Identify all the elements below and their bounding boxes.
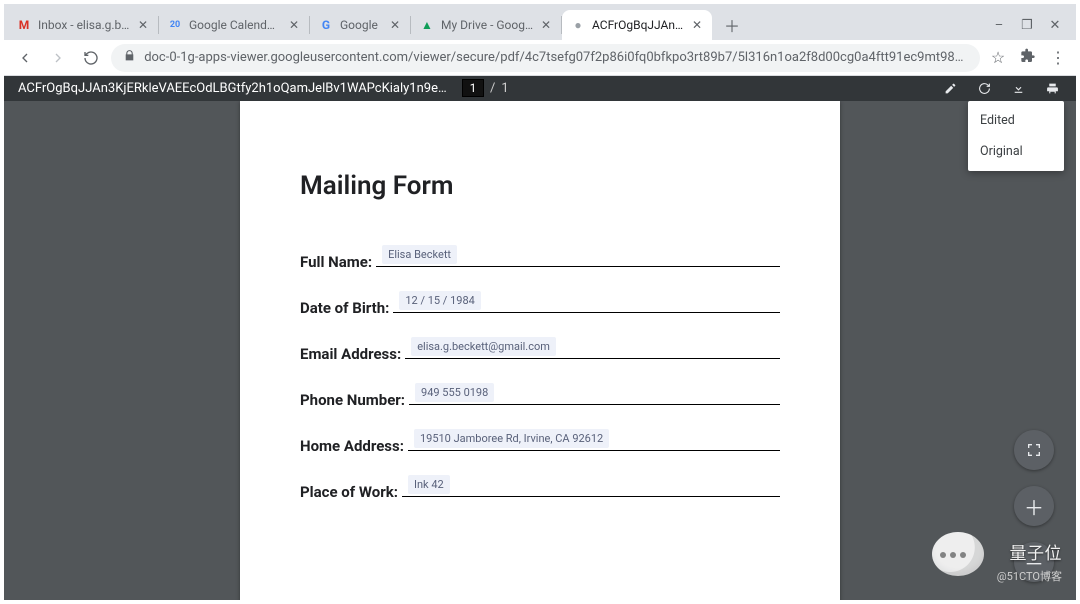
watermark-credit: @51CTO博客: [997, 568, 1062, 584]
field-value: Ink 42: [408, 475, 450, 494]
bookmark-icon[interactable]: ☆: [988, 48, 1008, 68]
browser-window: M Inbox - elisa.g.beckett@g ✕ 20 Google Cale…: [0, 0, 1080, 604]
field-value: elisa.g.beckett@gmail.com: [411, 337, 556, 356]
watermark-text: 量子位: [1010, 539, 1063, 564]
pdf-toolbar: ACFrOgBqJJAn3KjERkleVAEEcOdLBGtfy2h1oQam…: [4, 76, 1076, 101]
pdf-body[interactable]: Mailing Form Full Name: Elisa Beckett Date…: [4, 101, 1076, 600]
field-value: 949 555 0198: [415, 383, 494, 402]
window-restore-button[interactable]: ❐: [1020, 18, 1034, 32]
window-controls: – ❐ ✕: [992, 18, 1072, 32]
window-minimize-button[interactable]: –: [992, 18, 1006, 32]
pdf-page: Mailing Form Full Name: Elisa Beckett Date…: [240, 101, 840, 600]
rotate-icon[interactable]: [974, 78, 994, 98]
menu-item-edited[interactable]: Edited: [968, 105, 1064, 136]
field-line[interactable]: Elisa Beckett: [376, 247, 780, 267]
field-label: Phone Number:: [300, 391, 405, 409]
tab-close-icon[interactable]: ✕: [136, 18, 150, 32]
tab-title: Google: [340, 18, 382, 32]
field-line[interactable]: Ink 42: [402, 477, 780, 497]
favicon-icon: M: [16, 17, 32, 33]
field-label: Place of Work:: [300, 483, 398, 501]
pdf-viewer: ACFrOgBqJJAn3KjERkleVAEEcOdLBGtfy2h1oQam…: [4, 76, 1076, 600]
field-label: Email Address:: [300, 345, 401, 363]
page-current-input[interactable]: [462, 79, 484, 97]
fit-page-button[interactable]: [1014, 430, 1054, 470]
new-tab-button[interactable]: ＋: [718, 11, 746, 39]
field-label: Full Name:: [300, 253, 372, 271]
wechat-icon: [932, 532, 984, 576]
browser-tab[interactable]: ▲ My Drive - Google Drive ✕: [411, 10, 561, 40]
nav-forward-button[interactable]: [45, 45, 70, 71]
lock-icon: [123, 49, 136, 66]
favicon-icon: 20: [167, 17, 183, 33]
print-icon[interactable]: [1042, 78, 1062, 98]
field-value: 12 / 15 / 1984: [399, 291, 480, 310]
tab-close-icon[interactable]: ✕: [388, 18, 402, 32]
omnibox-url: doc-0-1g-apps-viewer.googleusercontent.c…: [144, 50, 968, 65]
favicon-icon: G: [318, 17, 334, 33]
pdf-title: ACFrOgBqJJAn3KjERkleVAEEcOdLBGtfy2h1oQam…: [18, 81, 448, 96]
tab-title: ACFrOgBqJJAn3KjERkle: [592, 18, 684, 32]
form-field: Full Name: Elisa Beckett: [300, 247, 780, 271]
tab-close-icon[interactable]: ✕: [287, 18, 301, 32]
field-line[interactable]: 12 / 15 / 1984: [393, 293, 780, 313]
address-row: doc-0-1g-apps-viewer.googleusercontent.c…: [4, 40, 1076, 76]
viewer-version-menu: Edited Original: [968, 101, 1064, 171]
tab-title: Google Calendar - Augus: [189, 18, 281, 32]
edit-icon[interactable]: [940, 78, 960, 98]
page-indicator: / 1: [462, 79, 509, 97]
tab-close-icon[interactable]: ✕: [539, 18, 553, 32]
form-field: Place of Work: Ink 42: [300, 477, 780, 501]
zoom-in-button[interactable]: ＋: [1014, 486, 1054, 526]
form-field: Email Address: elisa.g.beckett@gmail.com: [300, 339, 780, 363]
field-line[interactable]: 19510 Jamboree Rd, Irvine, CA 92612: [408, 431, 780, 451]
browser-tab[interactable]: M Inbox - elisa.g.beckett@g ✕: [8, 10, 158, 40]
download-icon[interactable]: [1008, 78, 1028, 98]
field-label: Home Address:: [300, 437, 404, 455]
window-close-button[interactable]: ✕: [1048, 18, 1062, 32]
tab-title: My Drive - Google Drive: [441, 18, 533, 32]
nav-back-button[interactable]: [12, 45, 37, 71]
form-field: Phone Number: 949 555 0198: [300, 385, 780, 409]
browser-chrome: M Inbox - elisa.g.beckett@g ✕ 20 Google Cale…: [4, 4, 1076, 76]
page-total: 1: [501, 81, 508, 96]
field-line[interactable]: elisa.g.beckett@gmail.com: [405, 339, 780, 359]
field-value: Elisa Beckett: [382, 245, 457, 264]
browser-tab[interactable]: ● ACFrOgBqJJAn3KjERkle ✕: [562, 10, 712, 40]
form-field: Home Address: 19510 Jamboree Rd, Irvine, …: [300, 431, 780, 455]
field-label: Date of Birth:: [300, 299, 389, 317]
tab-title: Inbox - elisa.g.beckett@g: [38, 18, 130, 32]
form-field: Date of Birth: 12 / 15 / 1984: [300, 293, 780, 317]
chrome-menu-icon[interactable]: ⋮: [1048, 48, 1068, 68]
nav-reload-button[interactable]: [78, 45, 103, 71]
field-line[interactable]: 949 555 0198: [409, 385, 780, 405]
menu-item-original[interactable]: Original: [968, 136, 1064, 167]
field-value: 19510 Jamboree Rd, Irvine, CA 92612: [414, 429, 609, 448]
chrome-actions: ☆ ⋮: [988, 48, 1068, 68]
tab-strip: M Inbox - elisa.g.beckett@g ✕ 20 Google Cale…: [4, 4, 1076, 40]
tab-close-icon[interactable]: ✕: [690, 18, 704, 32]
form-heading: Mailing Form: [300, 171, 780, 201]
browser-tab[interactable]: 20 Google Calendar - Augus ✕: [159, 10, 309, 40]
omnibox[interactable]: doc-0-1g-apps-viewer.googleusercontent.c…: [111, 44, 980, 72]
extensions-icon[interactable]: [1018, 48, 1038, 68]
browser-tab[interactable]: G Google ✕: [310, 10, 410, 40]
favicon-icon: ●: [570, 17, 586, 33]
favicon-icon: ▲: [419, 17, 435, 33]
